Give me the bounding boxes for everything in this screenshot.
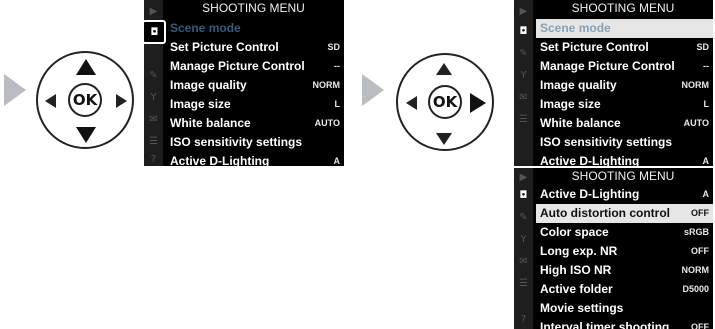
- menu-item-iso-sensitivity[interactable]: ISO sensitivity settings: [536, 133, 713, 152]
- menu-item-auto-distortion-control[interactable]: Auto distortion control OFF: [536, 204, 713, 223]
- playback-icon[interactable]: ▶: [517, 6, 530, 18]
- menu-item-image-size[interactable]: Image size L: [536, 95, 713, 114]
- menu-item-active-d-lighting[interactable]: Active D-Lighting A: [166, 152, 344, 166]
- menu-item-active-folder[interactable]: Active folder D5000: [536, 280, 713, 299]
- menu-screen-3: ▶ ◘ ✎ Y ✉ ☰ ? SHOOTING MENU Active D-Lig…: [514, 168, 713, 329]
- camera-tab-selected[interactable]: ◘: [144, 20, 166, 44]
- menu-item-active-d-lighting[interactable]: Active D-Lighting A: [536, 185, 713, 204]
- up-arrow-icon: [76, 59, 96, 75]
- menu-item-movie-settings[interactable]: Movie settings: [536, 299, 713, 318]
- pencil-icon[interactable]: ✎: [517, 48, 530, 60]
- menu-title: SHOOTING MENU: [533, 168, 713, 184]
- recent-settings-icon[interactable]: ☰: [147, 136, 160, 148]
- retouch-icon[interactable]: ✉: [147, 114, 160, 126]
- wrench-icon[interactable]: Y: [517, 70, 530, 82]
- menu-item-manage-picture-control[interactable]: Manage Picture Control --: [536, 57, 713, 76]
- menu-list: Active D-Lighting A Auto distortion contr…: [536, 185, 713, 329]
- menu-list: Scene mode Set Picture Control SD Manage …: [166, 19, 344, 166]
- down-arrow-outline-icon: [436, 133, 452, 145]
- multi-selector-updown[interactable]: OK: [36, 51, 134, 149]
- menu-screen-1: ▶ ✎ Y ✉ ☰ ? ◘ SHOOTING MENU Scene mode S…: [144, 0, 344, 166]
- sidebar: ▶ ◘ ✎ Y ✉ ☰: [514, 0, 533, 166]
- step-arrow-2: [362, 74, 384, 106]
- menu-item-color-space[interactable]: Color space sRGB: [536, 223, 713, 242]
- retouch-icon[interactable]: ✉: [517, 92, 530, 104]
- ok-label: OK: [72, 91, 98, 109]
- recent-settings-icon[interactable]: ☰: [517, 114, 530, 126]
- menu-item-image-quality[interactable]: Image quality NORM: [536, 76, 713, 95]
- menu-item-white-balance[interactable]: White balance AUTO: [536, 114, 713, 133]
- pencil-icon[interactable]: ✎: [147, 70, 160, 82]
- step-arrow-1: [4, 74, 26, 106]
- ok-button[interactable]: OK: [428, 85, 462, 119]
- camera-icon: ◘: [150, 27, 159, 38]
- ok-label: OK: [432, 93, 458, 111]
- menu-item-iso-sensitivity[interactable]: ISO sensitivity settings: [166, 133, 344, 152]
- up-arrow-outline-icon: [436, 63, 452, 75]
- sidebar: ▶ ◘ ✎ Y ✉ ☰ ?: [514, 168, 533, 329]
- left-arrow-outline-icon: [406, 96, 417, 110]
- menu-screen-2: ▶ ◘ ✎ Y ✉ ☰ SHOOTING MENU Scene mode Set…: [514, 0, 713, 166]
- pencil-icon[interactable]: ✎: [517, 212, 530, 224]
- retouch-icon[interactable]: ✉: [517, 256, 530, 268]
- menu-item-set-picture-control[interactable]: Set Picture Control SD: [166, 38, 344, 57]
- menu-item-scene-mode[interactable]: Scene mode: [166, 19, 344, 38]
- playback-icon[interactable]: ▶: [147, 6, 160, 18]
- down-arrow-icon: [76, 127, 96, 143]
- recent-settings-icon[interactable]: ☰: [517, 278, 530, 290]
- menu-list: Scene mode Set Picture Control SD Manage …: [536, 19, 713, 166]
- menu-item-set-picture-control[interactable]: Set Picture Control SD: [536, 38, 713, 57]
- help-icon[interactable]: ?: [147, 154, 160, 166]
- wrench-icon[interactable]: Y: [147, 92, 160, 104]
- camera-icon[interactable]: ◘: [517, 26, 530, 38]
- camera-icon[interactable]: ◘: [517, 190, 530, 202]
- menu-item-scene-mode[interactable]: Scene mode: [536, 19, 713, 38]
- menu-title: SHOOTING MENU: [533, 0, 713, 17]
- menu-item-image-size[interactable]: Image size L: [166, 95, 344, 114]
- menu-item-white-balance[interactable]: White balance AUTO: [166, 114, 344, 133]
- right-arrow-outline-icon: [116, 94, 127, 108]
- menu-item-interval-timer-shooting[interactable]: Interval timer shooting OFF: [536, 318, 713, 329]
- ok-button[interactable]: OK: [68, 83, 102, 117]
- menu-item-image-quality[interactable]: Image quality NORM: [166, 76, 344, 95]
- menu-item-manage-picture-control[interactable]: Manage Picture Control --: [166, 57, 344, 76]
- menu-item-high-iso-nr[interactable]: High ISO NR NORM: [536, 261, 713, 280]
- multi-selector-right[interactable]: OK: [396, 53, 494, 151]
- left-arrow-outline-icon: [45, 94, 56, 108]
- help-icon[interactable]: ?: [517, 314, 530, 326]
- menu-item-long-exp-nr[interactable]: Long exp. NR OFF: [536, 242, 713, 261]
- menu-item-active-d-lighting[interactable]: Active D-Lighting A: [536, 152, 713, 166]
- playback-icon[interactable]: ▶: [517, 172, 530, 184]
- wrench-icon[interactable]: Y: [517, 234, 530, 246]
- right-arrow-icon: [470, 93, 486, 113]
- menu-title: SHOOTING MENU: [163, 0, 344, 17]
